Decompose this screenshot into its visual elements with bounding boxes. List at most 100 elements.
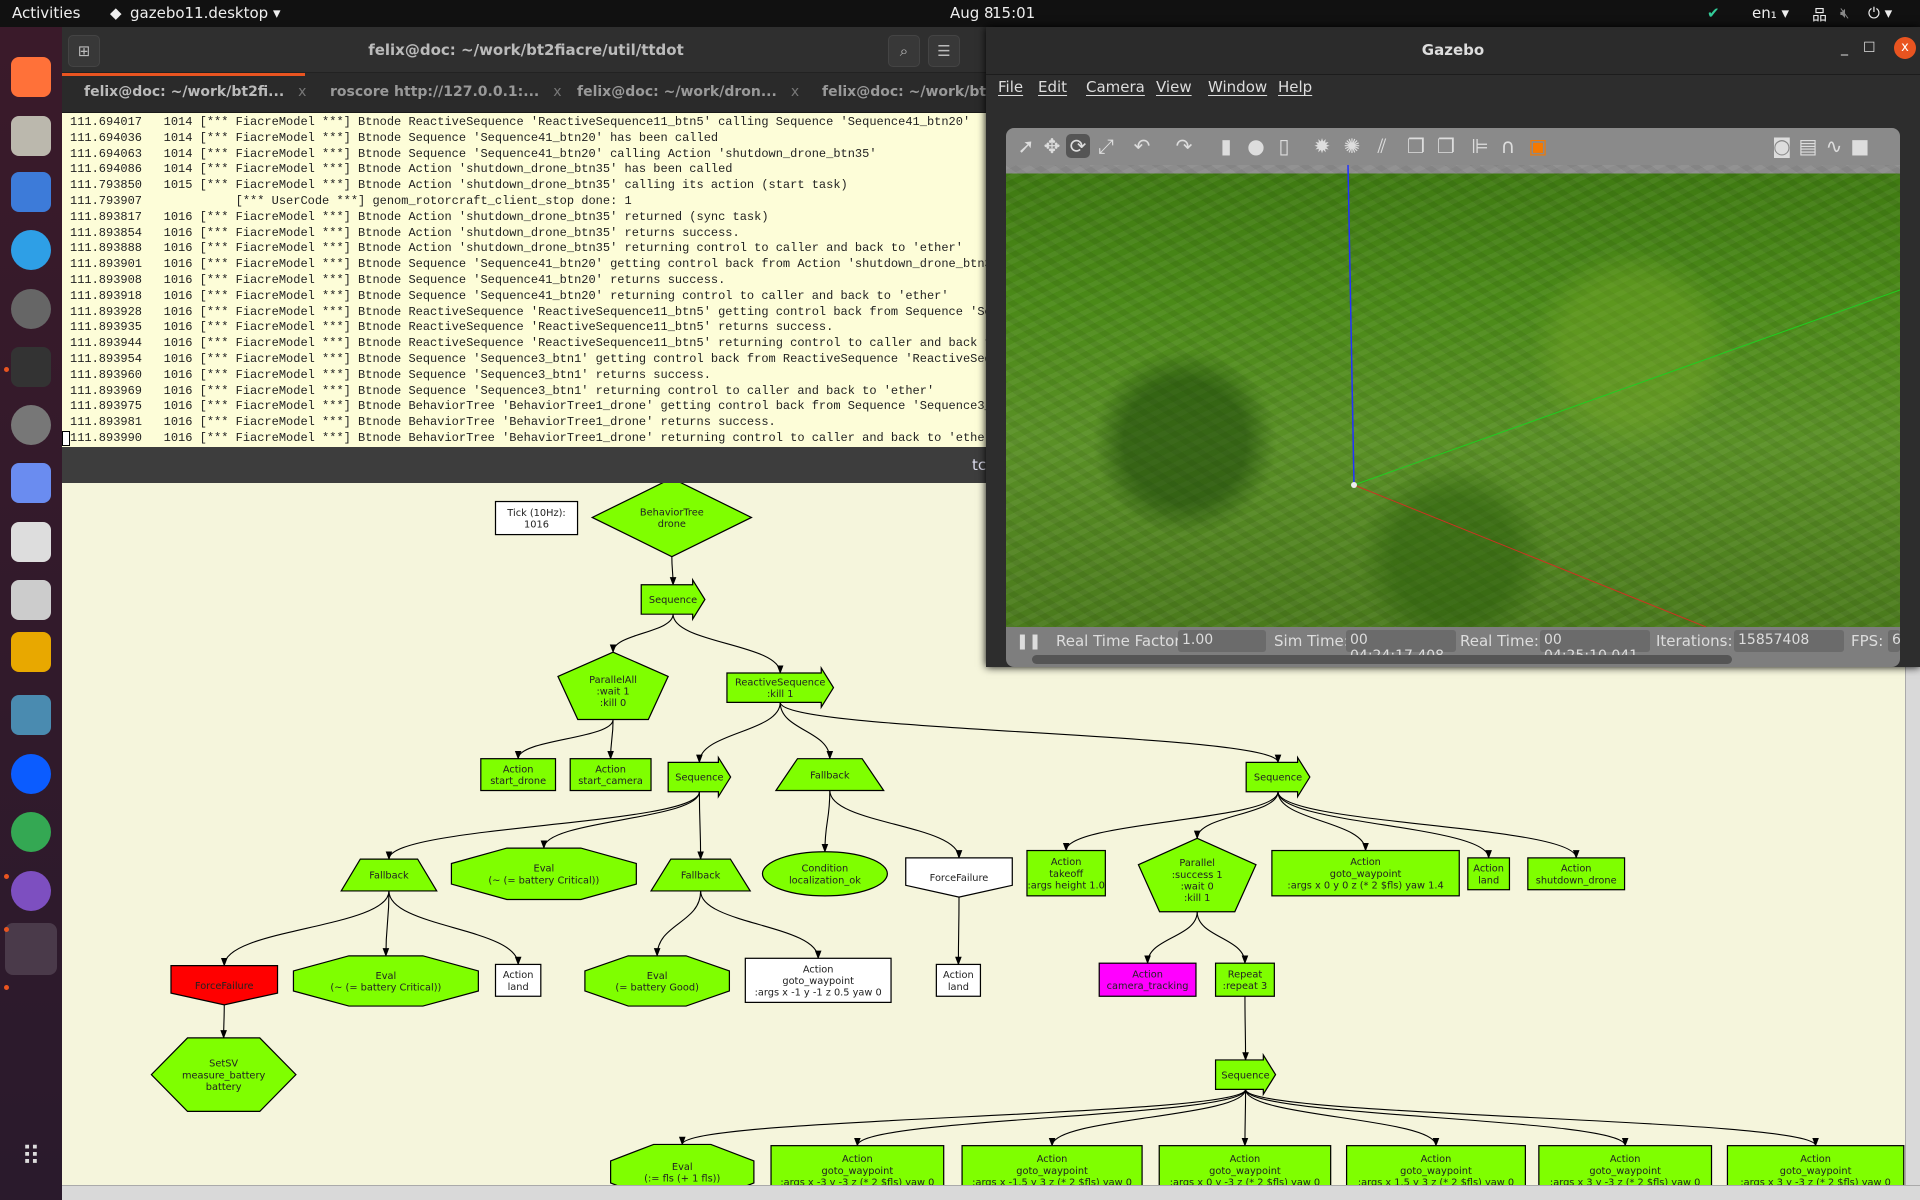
- tree-node-eval4[interactable]: Eval(:= fls (+ 1 fls)): [610, 1143, 755, 1185]
- copy-icon[interactable]: ❐: [1404, 134, 1428, 158]
- tree-node-wp4[interactable]: Actiongoto_waypoint:args x 1.5 y 3 z (* …: [1345, 1145, 1526, 1185]
- pause-button[interactable]: ❚❚: [1016, 632, 1041, 650]
- close-tab-icon[interactable]: x: [791, 84, 799, 100]
- tree-node-goto0[interactable]: Actiongoto_waypoint:args x 0 y 0 z (* 2 …: [1271, 849, 1460, 897]
- network-icon[interactable]: 品: [1812, 4, 1827, 25]
- settings-icon[interactable]: [11, 405, 51, 445]
- files-icon[interactable]: [11, 116, 51, 156]
- file-manager-icon[interactable]: [11, 632, 51, 672]
- tree-node-wp3[interactable]: Actiongoto_waypoint:args x 0 y -3 z (* 2…: [1158, 1145, 1332, 1185]
- gazebo-3d-view[interactable]: [1006, 165, 1900, 627]
- close-tab-icon[interactable]: x: [298, 84, 306, 100]
- tree-node-fb3[interactable]: Fallback: [649, 858, 752, 892]
- emacs-icon[interactable]: [11, 871, 51, 911]
- gazebo-icon[interactable]: [5, 923, 57, 975]
- tree-node-ff2[interactable]: ForceFailure: [170, 965, 279, 1006]
- tree-node-seq2[interactable]: Sequence: [667, 755, 732, 799]
- menu-window[interactable]: Window: [1208, 78, 1267, 96]
- software-store-icon[interactable]: [11, 172, 51, 212]
- drone-model[interactable]: [1351, 482, 1357, 488]
- undo-icon[interactable]: ↶: [1130, 134, 1154, 158]
- tree-node-gotohome[interactable]: Actiongoto_waypoint:args x -1 y -1 z 0.5…: [744, 957, 892, 1003]
- tree-node-shutdown[interactable]: Actionshutdown_drone: [1527, 857, 1626, 891]
- tree-node-wp2[interactable]: Actiongoto_waypoint:args x -1.5 y 3 z (*…: [961, 1145, 1143, 1185]
- clock[interactable]: 15:01: [992, 4, 1035, 22]
- tree-node-eval1[interactable]: Eval(~ (= battery Critical)): [450, 847, 637, 901]
- tree-node-land2[interactable]: Actionland: [494, 963, 542, 997]
- tree-node-wp6[interactable]: Actiongoto_waypoint:args x 3 y -3 z (* 2…: [1726, 1145, 1905, 1185]
- horizontal-scrollbar[interactable]: [62, 1185, 1920, 1200]
- maximize-button[interactable]: ☐: [1863, 40, 1876, 56]
- tree-node-land1[interactable]: Actionland: [1467, 857, 1511, 891]
- tree-node-takeoff[interactable]: Actiontakeoff:args height 1.0: [1026, 849, 1106, 897]
- tree-node-startdrone[interactable]: Actionstart_drone: [480, 758, 557, 792]
- tree-node-wp1[interactable]: Actiongoto_waypoint:args x -3 y -3 z (* …: [770, 1145, 945, 1185]
- zoom-icon[interactable]: [11, 754, 51, 794]
- tree-node-wp5[interactable]: Actiongoto_waypoint:args x 3 y -3 z (* 2…: [1538, 1145, 1713, 1185]
- statusbar-scrollbar[interactable]: [1032, 655, 1732, 664]
- minimize-button[interactable]: _: [1841, 40, 1848, 56]
- tab-1[interactable]: felix@doc: ~/work/bt2fi... x: [84, 84, 306, 100]
- app-menu[interactable]: gazebo11.desktop ▾: [130, 4, 281, 22]
- menu-view[interactable]: View: [1156, 78, 1192, 96]
- scale-icon[interactable]: ⤢: [1094, 134, 1118, 158]
- chrome-icon[interactable]: [11, 812, 51, 852]
- document-viewer-icon[interactable]: [11, 522, 51, 562]
- tab-2[interactable]: roscore http://127.0.0.1:... x: [330, 84, 562, 100]
- tree-node-setsv[interactable]: SetSVmeasure_batterybattery: [150, 1037, 297, 1112]
- close-button[interactable]: x: [1894, 37, 1916, 59]
- tree-node-seq4[interactable]: Sequence: [1214, 1052, 1277, 1097]
- paste-icon[interactable]: ❐: [1434, 134, 1458, 158]
- tree-node-seq1[interactable]: Sequence: [640, 577, 706, 622]
- box-icon[interactable]: ▮: [1214, 134, 1238, 158]
- search-button[interactable]: ⌕: [888, 35, 920, 67]
- date[interactable]: Aug 8: [950, 4, 994, 22]
- tree-node-camtrack[interactable]: Actioncamera_tracking: [1098, 962, 1197, 997]
- tree-node-par[interactable]: Parallel:success 1:wait 0:kill 1: [1137, 837, 1257, 913]
- plot-icon[interactable]: ∿: [1822, 134, 1846, 158]
- tree-node-land3[interactable]: Actionland: [935, 963, 982, 997]
- vpn-icon[interactable]: ✔: [1707, 4, 1720, 22]
- cylinder-icon[interactable]: ▯: [1272, 134, 1296, 158]
- rotate-icon[interactable]: ⟳: [1066, 134, 1090, 158]
- show-applications-icon[interactable]: ⠿: [11, 1142, 51, 1182]
- terminal-icon[interactable]: [11, 347, 51, 387]
- tree-node-repeat[interactable]: Repeat:repeat 3: [1214, 962, 1275, 997]
- app-center-icon[interactable]: [11, 289, 51, 329]
- view-angle-icon[interactable]: ▣: [1526, 134, 1550, 158]
- tree-node-cond[interactable]: Conditionlocalization_ok: [761, 851, 888, 897]
- translate-icon[interactable]: ✥: [1040, 134, 1064, 158]
- log-icon[interactable]: ▤: [1796, 134, 1820, 158]
- snap-icon[interactable]: ∩: [1496, 134, 1520, 158]
- sphere-icon[interactable]: ●: [1244, 134, 1268, 158]
- spot-light-icon[interactable]: ✺: [1340, 134, 1364, 158]
- terminal-output[interactable]: 111.694017 1014 [*** FiacreModel ***] Bt…: [62, 113, 990, 447]
- tree-node-seq3[interactable]: Sequence: [1245, 755, 1311, 799]
- tree-node-bt[interactable]: BehaviorTreedrone: [590, 483, 753, 558]
- tree-node-eval2[interactable]: Eval(~ (= battery Critical)): [292, 955, 479, 1007]
- menu-edit[interactable]: Edit: [1038, 78, 1067, 96]
- image-viewer-icon[interactable]: [11, 580, 51, 620]
- directional-light-icon[interactable]: ⫽: [1370, 134, 1394, 158]
- screenshot-icon[interactable]: [11, 463, 51, 503]
- record-icon[interactable]: ■: [1848, 134, 1872, 158]
- tree-node-fb2[interactable]: Fallback: [340, 858, 438, 892]
- tree-node-fb1[interactable]: Fallback: [774, 758, 885, 792]
- close-tab-icon[interactable]: x: [553, 84, 561, 100]
- power-icon[interactable]: ⏻ ▾: [1868, 4, 1892, 22]
- language-menu[interactable]: en₁ ▾: [1752, 4, 1789, 22]
- tab-4[interactable]: felix@doc: ~/work/bt2f: [822, 84, 1002, 100]
- menu-button[interactable]: ☰: [928, 35, 960, 67]
- select-icon[interactable]: ➚: [1014, 134, 1038, 158]
- point-light-icon[interactable]: ✹: [1310, 134, 1334, 158]
- align-icon[interactable]: ⊫: [1468, 134, 1492, 158]
- flathub-icon[interactable]: [11, 695, 51, 735]
- firefox-icon[interactable]: [11, 57, 51, 97]
- tree-node-parall[interactable]: ParallelAll:wait 1:kill 0: [557, 651, 669, 721]
- menu-help[interactable]: Help: [1278, 78, 1312, 96]
- tree-node-rseq[interactable]: ReactiveSequence:kill 1: [726, 665, 835, 710]
- tree-node-startcam[interactable]: Actionstart_camera: [569, 758, 652, 792]
- tree-node-tick[interactable]: Tick (10Hz):1016: [494, 500, 579, 536]
- menu-file[interactable]: File: [998, 78, 1023, 96]
- screenshot-icon[interactable]: ◙: [1770, 134, 1794, 158]
